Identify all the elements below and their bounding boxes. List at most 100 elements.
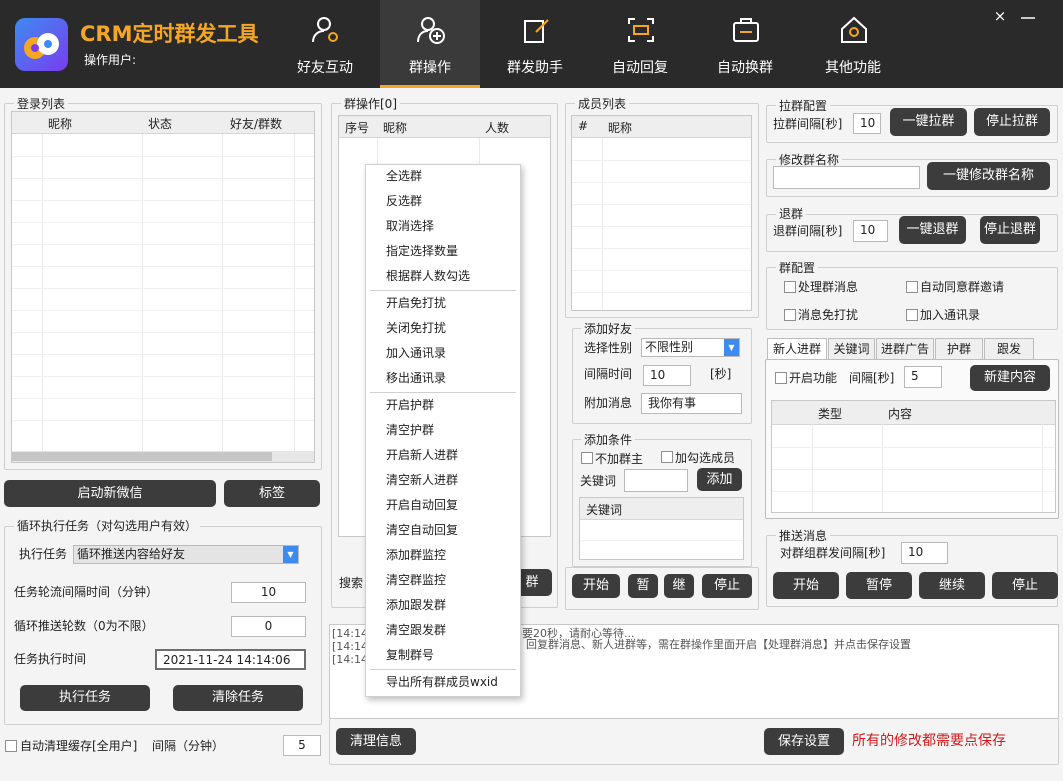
- auto-clean-cache-label: 自动清理缓存[全用户]: [20, 739, 138, 753]
- tab-content-table[interactable]: 类型 内容: [771, 400, 1056, 513]
- login-list-scrollbar[interactable]: [12, 451, 314, 462]
- task-interval-input[interactable]: 10: [231, 582, 306, 603]
- tab-follow-send[interactable]: 跟发: [984, 338, 1034, 360]
- tab-guard-group[interactable]: 护群: [935, 338, 983, 360]
- pull-group-title: 拉群配置: [776, 97, 831, 114]
- pull-interval-input[interactable]: 10: [853, 113, 881, 134]
- menu-item-clear-follow-group[interactable]: 清空跟发群: [386, 623, 446, 638]
- column-header-content: 内容: [888, 407, 913, 421]
- menu-item-select-count[interactable]: 指定选择数量: [386, 244, 458, 259]
- one-key-pull-group-button[interactable]: 一键拉群: [890, 108, 967, 136]
- tab-join-ad[interactable]: 进群广告: [876, 338, 934, 360]
- menu-item-disable-mute[interactable]: 关闭免打扰: [386, 321, 446, 336]
- one-key-exit-group-button[interactable]: 一键退群: [899, 216, 966, 244]
- tab-interval-label: 间隔[秒]: [849, 371, 895, 385]
- member-resume-button[interactable]: 继: [664, 574, 694, 598]
- menu-item-select-all[interactable]: 全选群: [386, 169, 422, 184]
- nav-tab-auto-reply[interactable]: 自动回复: [590, 0, 690, 88]
- menu-item-add-monitor[interactable]: 添加群监控: [386, 548, 446, 563]
- menu-item-enable-new-member[interactable]: 开启新人进群: [386, 448, 458, 463]
- group-name-input[interactable]: [773, 166, 920, 189]
- save-settings-button[interactable]: 保存设置: [764, 728, 844, 755]
- column-header-member-count: 人数: [485, 121, 510, 135]
- member-stop-button[interactable]: 停止: [702, 574, 752, 598]
- auto-clean-cache-checkbox[interactable]: [5, 740, 17, 752]
- column-header-friends-groups: 好友/群数: [230, 117, 283, 131]
- exit-interval-input[interactable]: 10: [853, 220, 888, 242]
- new-content-button[interactable]: 新建内容: [970, 365, 1050, 391]
- login-list-table[interactable]: 昵称 状态 好友/群数: [11, 111, 315, 463]
- add-to-contacts-checkbox[interactable]: [906, 309, 918, 321]
- nav-tab-friend-interaction[interactable]: 好友互动: [275, 0, 375, 88]
- no-owner-checkbox[interactable]: [581, 452, 593, 464]
- menu-item-enable-guard[interactable]: 开启护群: [386, 398, 434, 413]
- tag-button[interactable]: 标签: [224, 480, 320, 507]
- user-gear-icon: [312, 17, 338, 43]
- nav-tab-broadcast-assistant[interactable]: 群发助手: [485, 0, 585, 88]
- auto-clean-interval-input[interactable]: 5: [283, 735, 321, 756]
- window-minimize-icon[interactable]: [1019, 6, 1037, 20]
- start-new-wechat-button[interactable]: 启动新微信: [4, 480, 216, 507]
- auto-accept-invite-checkbox[interactable]: [906, 281, 918, 293]
- tab-interval-input[interactable]: 5: [904, 366, 942, 388]
- menu-item-add-follow-group[interactable]: 添加跟发群: [386, 598, 446, 613]
- execute-task-button[interactable]: 执行任务: [20, 685, 150, 711]
- member-pause-button[interactable]: 暂: [628, 574, 658, 598]
- task-time-input[interactable]: 2021-11-24 14:14:06: [155, 649, 306, 670]
- friend-interval-input[interactable]: 10: [643, 365, 691, 386]
- menu-item-select-by-size[interactable]: 根据群人数勾选: [386, 269, 470, 284]
- mute-message-checkbox[interactable]: [784, 309, 796, 321]
- save-hint-text: 所有的修改都需要点保存: [852, 733, 1006, 749]
- menu-item-clear-auto-reply[interactable]: 清空自动回复: [386, 523, 458, 538]
- nav-tab-other-functions[interactable]: 其他功能: [803, 0, 903, 88]
- menu-item-cancel-selection[interactable]: 取消选择: [386, 219, 434, 234]
- clear-task-button[interactable]: 清除任务: [173, 685, 303, 711]
- task-select[interactable]: 循环推送内容给好友 ▼: [73, 545, 299, 564]
- add-keyword-button[interactable]: 添加: [697, 468, 742, 491]
- chevron-down-icon: ▼: [724, 339, 739, 356]
- menu-item-add-contacts[interactable]: 加入通讯录: [386, 346, 446, 361]
- tick-selected-checkbox[interactable]: [661, 451, 673, 463]
- group-context-menu: 全选群 反选群 取消选择 指定选择数量 根据群人数勾选 开启免打扰 关闭免打扰 …: [365, 164, 521, 697]
- nav-tab-group-ops[interactable]: 群操作: [380, 0, 480, 88]
- menu-item-export-members[interactable]: 导出所有群成员wxid: [386, 675, 498, 690]
- menu-item-clear-guard[interactable]: 清空护群: [386, 423, 434, 438]
- task-interval-label: 任务轮流间隔时间（分钟）: [14, 585, 159, 599]
- stop-pull-group-button[interactable]: 停止拉群: [974, 108, 1050, 136]
- push-stop-button[interactable]: 停止: [992, 572, 1058, 599]
- enable-feature-checkbox[interactable]: [775, 372, 787, 384]
- menu-item-clear-new-member[interactable]: 清空新人进群: [386, 473, 458, 488]
- scrollbar-thumb[interactable]: [12, 452, 272, 461]
- pull-interval-label: 拉群间隔[秒]: [773, 117, 843, 131]
- menu-item-enable-auto-reply[interactable]: 开启自动回复: [386, 498, 458, 513]
- member-start-button[interactable]: 开始: [572, 574, 620, 598]
- menu-item-invert-selection[interactable]: 反选群: [386, 194, 422, 209]
- nav-tab-auto-switch-group[interactable]: 自动换群: [695, 0, 795, 88]
- push-pause-button[interactable]: 暂停: [846, 572, 912, 599]
- push-interval-input[interactable]: 10: [901, 542, 948, 564]
- attach-message-input[interactable]: 我你有事: [641, 393, 742, 414]
- menu-item-copy-group-id[interactable]: 复制群号: [386, 648, 434, 663]
- stop-exit-group-button[interactable]: 停止退群: [980, 216, 1040, 244]
- clear-log-button[interactable]: 清理信息: [336, 728, 416, 755]
- handle-group-message-checkbox[interactable]: [784, 281, 796, 293]
- member-table[interactable]: # 昵称: [571, 115, 752, 311]
- keyword-input[interactable]: [624, 469, 688, 492]
- push-resume-button[interactable]: 继续: [919, 572, 985, 599]
- window-close-button[interactable]: ×: [993, 9, 1007, 24]
- gender-select[interactable]: 不限性别 ▼: [641, 338, 740, 357]
- push-start-button[interactable]: 开始: [773, 572, 839, 599]
- friend-interval-label: 间隔时间: [584, 367, 633, 381]
- menu-item-remove-contacts[interactable]: 移出通讯录: [386, 371, 446, 386]
- keyword-table[interactable]: 关键词: [579, 497, 744, 560]
- loop-task-title: 循环执行任务（对勾选用户有效）: [14, 517, 201, 534]
- push-rounds-input[interactable]: 0: [231, 616, 306, 637]
- menu-item-clear-monitor[interactable]: 清空群监控: [386, 573, 446, 588]
- menu-item-enable-mute[interactable]: 开启免打扰: [386, 296, 446, 311]
- menu-separator: [370, 290, 516, 291]
- tab-keyword[interactable]: 关键词: [828, 338, 875, 360]
- tab-new-member[interactable]: 新人进群: [767, 338, 827, 360]
- handle-group-message-label: 处理群消息: [798, 280, 859, 294]
- push-message-title: 推送消息: [776, 527, 831, 544]
- one-key-rename-group-button[interactable]: 一键修改群名称: [927, 162, 1050, 190]
